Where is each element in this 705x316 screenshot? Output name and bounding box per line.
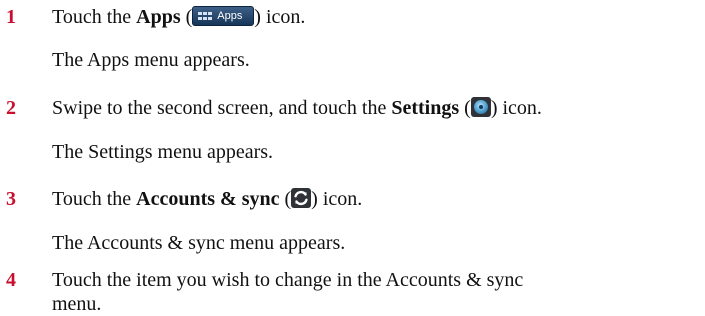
sync-icon	[291, 188, 312, 208]
step-number: 1	[6, 6, 16, 28]
paren-open: (	[279, 188, 292, 210]
apps-icon: Apps	[192, 6, 255, 26]
step-instruction: Swipe to the second screen, and touch th…	[52, 96, 542, 120]
apps-icon-label: Apps	[217, 10, 243, 22]
ui-term: Accounts & sync	[136, 188, 280, 210]
step-instruction: Touch the Accounts & sync ( ) icon.	[52, 187, 362, 211]
instruction-text-end: ) icon.	[490, 97, 542, 119]
settings-icon	[470, 97, 491, 117]
ui-term: Settings	[391, 97, 460, 119]
instruction-text-end: ) icon.	[311, 188, 363, 210]
instruction-text-end: ) icon.	[254, 6, 306, 28]
step-number: 2	[6, 97, 16, 119]
instruction-text: Swipe to the second screen, and touch th…	[52, 97, 392, 119]
step-number: 4	[6, 269, 16, 291]
step-instruction: Touch the Apps (Apps) icon.	[52, 5, 305, 29]
step-number: 3	[6, 188, 16, 210]
paren-open: (	[459, 97, 471, 119]
step-result: The Apps menu appears.	[52, 49, 250, 71]
step-instruction: Touch the item you wish to change in the…	[52, 269, 524, 315]
step-result: The Settings menu appears.	[52, 141, 274, 163]
instruction-text: Touch the	[52, 188, 137, 210]
ui-term: Apps	[136, 6, 181, 28]
step-result: The Accounts & sync menu appears.	[52, 232, 346, 254]
instruction-text: Touch the	[52, 6, 137, 28]
paren-open: (	[180, 6, 193, 28]
